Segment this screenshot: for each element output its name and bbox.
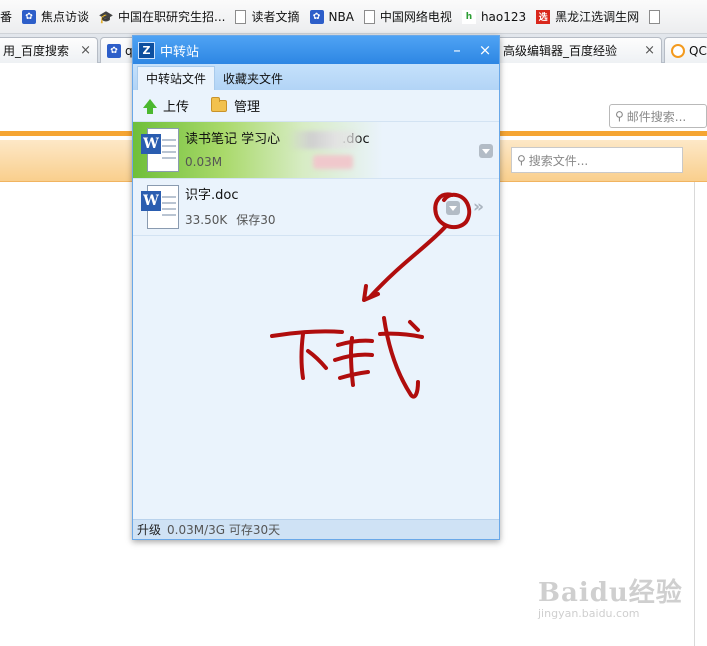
graduation-cap-icon: 🎓 — [98, 9, 114, 24]
bookmark-item[interactable]: 中国网络电视 — [363, 0, 462, 33]
close-button[interactable]: × — [471, 41, 499, 59]
bookmark-item[interactable]: 选黑龙江选调生网 — [536, 0, 649, 33]
more-chevron-icon[interactable]: » — [473, 197, 484, 217]
upgrade-link[interactable]: 升级 — [137, 521, 161, 538]
tab-favorite-files[interactable]: 收藏夹文件 — [215, 66, 291, 90]
minimize-button[interactable]: – — [443, 41, 471, 59]
window-status-bar: 升级 0.03M/3G 可存30天 — [133, 519, 499, 539]
manage-button[interactable]: 管理 — [211, 96, 260, 115]
file-search-placeholder: 搜索文件... — [528, 153, 589, 168]
bookmark-label: 黑龙江选调生网 — [555, 10, 640, 24]
tab-label: QC — [689, 43, 707, 58]
page-icon — [363, 9, 375, 24]
file-info: 识字.doc 33.50K 保存30 — [185, 187, 276, 228]
browser-tab[interactable]: QC — [664, 37, 707, 63]
upload-arrow-icon — [143, 99, 157, 114]
window-toolbar: 上传 管理 — [133, 90, 499, 122]
bookmark-item[interactable]: ✿ 焦点访谈 — [22, 0, 99, 33]
bookmark-label: 番 — [0, 10, 13, 24]
file-search-input[interactable]: ⚲ 搜索文件... — [511, 147, 683, 173]
download-icon[interactable] — [446, 201, 460, 215]
transfer-station-window: Z 中转站 – × 中转站文件 收藏夹文件 上传 管理 W 读书笔记 学习心.d… — [132, 35, 500, 540]
search-icon: ⚲ — [615, 109, 624, 123]
file-name-prefix: 读书笔记 学习心 — [185, 132, 281, 147]
window-tab-bar: 中转站文件 收藏夹文件 — [133, 64, 499, 90]
bookmark-item[interactable]: ✿ NBA — [309, 0, 364, 33]
browser-tab[interactable]: 用_百度搜索 × — [0, 37, 98, 63]
bookmark-label: 读者文摘 — [251, 10, 300, 24]
file-size: 0.03M — [185, 155, 223, 169]
bookmark-label: 中国网络电视 — [379, 10, 452, 24]
baidu-paw-icon: ✿ — [309, 9, 324, 24]
mail-search-input[interactable]: ⚲ 邮件搜索... — [609, 104, 707, 128]
baidu-paw-icon: ✿ — [107, 43, 121, 58]
word-document-icon: W — [141, 185, 181, 229]
search-icon: ⚲ — [517, 153, 526, 167]
transfer-logo-icon: Z — [138, 41, 155, 59]
manage-label: 管理 — [234, 100, 261, 115]
download-icon[interactable] — [479, 144, 493, 158]
watermark-brand: Baidu经验 — [538, 578, 683, 608]
xuan-icon: 选 — [536, 9, 551, 24]
browser-tab[interactable]: 高级编辑器_百度经验 × — [496, 37, 662, 63]
bookmark-label: 焦点访谈 — [41, 10, 90, 24]
bookmark-label: NBA — [328, 9, 354, 24]
upload-label: 上传 — [163, 100, 190, 115]
bookmarks-bar: 番 ✿ 焦点访谈 🎓 中国在职研究生招... 读者文摘 ✿ NBA 中国网络电视 hh… — [0, 0, 707, 34]
tab-close-icon[interactable]: × — [80, 43, 91, 58]
page-icon — [235, 9, 247, 24]
word-document-icon: W — [141, 128, 181, 172]
page-icon — [649, 9, 661, 24]
folder-icon — [211, 96, 228, 112]
tab-label: 用_百度搜索 — [3, 44, 70, 58]
hao123-icon: h — [461, 9, 476, 24]
window-title-bar[interactable]: Z 中转站 – × — [133, 36, 499, 64]
file-name: 识字.doc — [185, 187, 239, 203]
baidu-paw-icon: ✿ — [22, 9, 37, 24]
bookmark-label: hao123 — [480, 9, 527, 24]
file-row[interactable]: W 识字.doc 33.50K 保存30 » — [133, 179, 499, 236]
redacted-blur — [313, 155, 353, 169]
bookmark-item[interactable]: 读者文摘 — [235, 0, 309, 33]
bookmark-label: 中国在职研究生招... — [118, 10, 226, 24]
window-title: 中转站 — [160, 44, 200, 60]
tab-close-icon[interactable]: × — [644, 43, 655, 58]
tab-transfer-files[interactable]: 中转站文件 — [137, 66, 216, 90]
file-meta: 33.50K 保存30 — [185, 211, 276, 228]
mail-search-placeholder: 邮件搜索... — [626, 109, 687, 124]
file-retention: 保存30 — [236, 212, 276, 227]
window-controls: – × — [443, 41, 499, 59]
file-row[interactable]: W 读书笔记 学习心.doc 0.03M — [133, 122, 499, 179]
bookmark-item[interactable] — [649, 0, 675, 33]
upload-button[interactable]: 上传 — [143, 96, 189, 115]
bookmark-item[interactable]: 🎓 中国在职研究生招... — [98, 0, 235, 33]
redacted-blur — [288, 131, 358, 149]
storage-usage: 0.03M/3G 可存30天 — [167, 523, 281, 537]
qq-browser-icon — [671, 43, 685, 58]
browser-tab[interactable]: ✿ q — [100, 37, 136, 63]
tab-label: 高级编辑器_百度经验 — [503, 44, 618, 58]
baidu-jingyan-watermark: Baidu经验 jingyan.baidu.com — [538, 572, 698, 620]
bookmark-item[interactable]: h hao123 — [461, 0, 536, 33]
bookmark-item[interactable]: 番 — [0, 0, 22, 33]
file-size: 33.50K — [185, 212, 228, 227]
